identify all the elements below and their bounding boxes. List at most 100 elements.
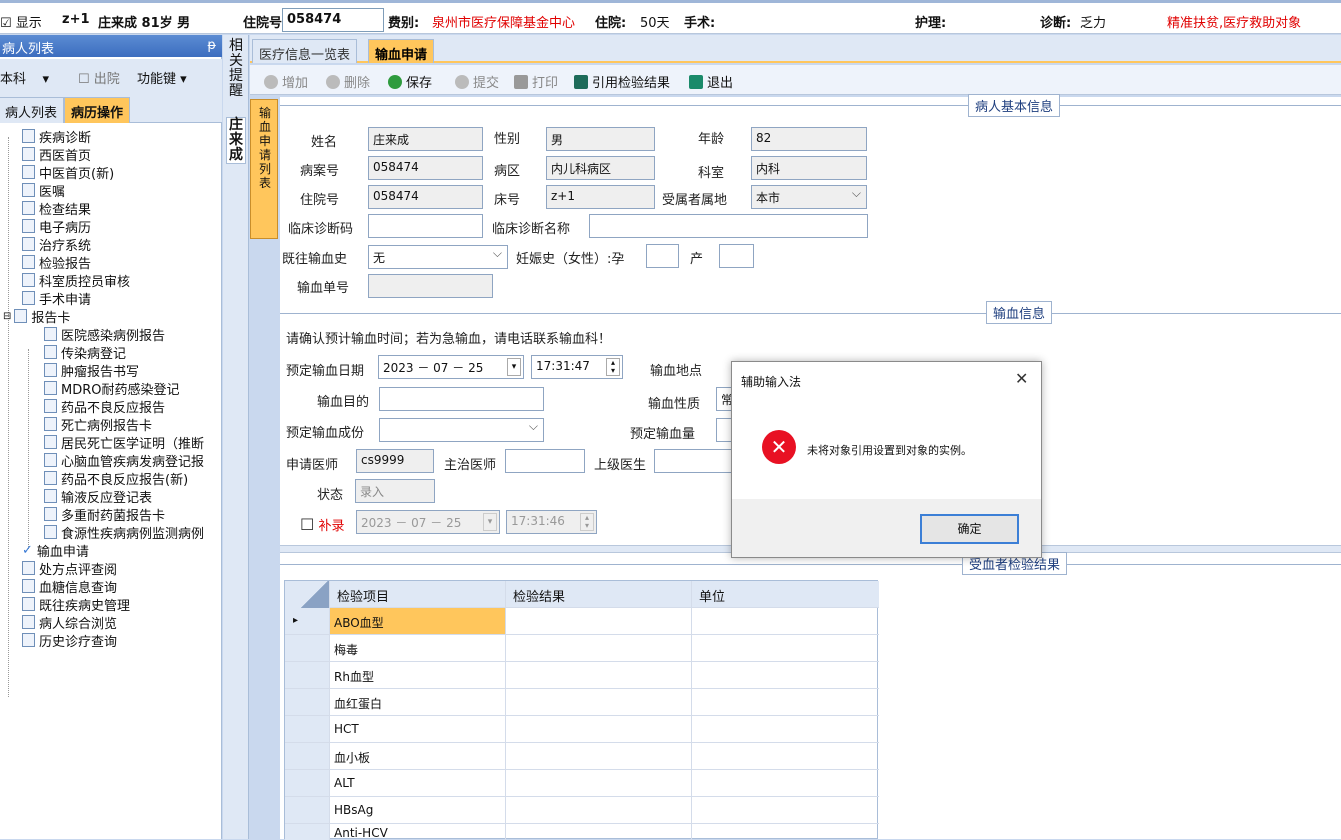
show-checkbox[interactable]: ☑ 显示: [0, 12, 42, 31]
column-header-item[interactable]: 检验项目: [337, 586, 389, 605]
close-icon[interactable]: ✕: [1015, 369, 1028, 388]
tab-record-operations[interactable]: 病历操作: [64, 97, 131, 123]
residence-select[interactable]: 本市: [751, 185, 867, 209]
birth-input[interactable]: [719, 244, 754, 268]
surgery-label: 手术:: [684, 16, 716, 31]
history-select[interactable]: 无: [368, 245, 508, 269]
tree-item-expandable[interactable]: ⊟ 报告卡: [3, 307, 71, 326]
exit-label: 退出: [707, 76, 734, 91]
tree-item-selected[interactable]: ✓ 输血申请: [22, 541, 89, 560]
tree-item[interactable]: 多重耐药菌报告卡: [44, 505, 165, 524]
column-header-unit[interactable]: 单位: [699, 586, 725, 605]
tree-item[interactable]: 血糖信息查询: [22, 577, 117, 596]
column-header-result[interactable]: 检验结果: [513, 586, 565, 605]
pregnancy-input[interactable]: [646, 244, 679, 268]
table-row[interactable]: Rh血型: [285, 662, 879, 689]
table-row[interactable]: HBsAg: [285, 797, 879, 824]
status-field[interactable]: 录入: [355, 479, 435, 503]
tab-transfusion-request[interactable]: 输血申请: [368, 39, 435, 63]
calendar-dropdown-icon[interactable]: ▾: [483, 513, 497, 531]
table-row[interactable]: 血小板: [285, 743, 879, 770]
supplement-checkbox[interactable]: ☐ 补录: [300, 515, 345, 534]
save-icon: [388, 74, 402, 89]
supplement-date-picker[interactable]: 2023 － 07 － 25 ▾: [356, 510, 500, 534]
attending-doctor-input[interactable]: [505, 449, 585, 473]
case-number-field[interactable]: 058474: [368, 156, 483, 180]
tree-item[interactable]: 既往疾病史管理: [22, 595, 130, 614]
exit-button[interactable]: 退出: [689, 72, 733, 91]
tree-item[interactable]: 检验报告: [22, 253, 91, 272]
discharge-checkbox[interactable]: ☐ 出院: [78, 68, 120, 87]
patient-name-tab[interactable]: 庄来成: [226, 117, 246, 164]
reminder-tab[interactable]: 相关提醒: [226, 39, 246, 99]
tree-item[interactable]: 科室质控员审核: [22, 271, 131, 290]
bed-field[interactable]: z+1: [546, 185, 655, 209]
tree-item[interactable]: 病人综合浏览: [22, 613, 117, 632]
tree-item[interactable]: 电子病历: [22, 217, 91, 236]
tree-item-label: 科室质控员审核: [39, 274, 131, 290]
tree-item-label: 报告卡: [31, 310, 71, 326]
planned-time-spinner[interactable]: 17:31:47 ▴ ▾: [531, 355, 623, 379]
name-field[interactable]: 庄来成: [368, 127, 483, 151]
requesting-doctor-field[interactable]: cs9999: [356, 449, 434, 473]
submit-button[interactable]: 提交: [455, 72, 499, 91]
tree-item[interactable]: 医嘱: [22, 181, 65, 200]
table-row[interactable]: Anti-HCV: [285, 824, 879, 840]
senior-doctor-input[interactable]: [654, 449, 734, 473]
tree-item[interactable]: MDRO耐药感染登记: [44, 379, 180, 398]
tree-item[interactable]: 检查结果: [22, 199, 91, 218]
dept-field[interactable]: 内科: [751, 156, 867, 180]
tree-item[interactable]: 居民死亡医学证明（推断: [44, 433, 222, 451]
document-icon: [44, 525, 57, 539]
planned-date-picker[interactable]: 2023 － 07 － 25 ▾: [378, 355, 524, 379]
tree-item[interactable]: 食源性疾病病例监测病例: [44, 523, 222, 541]
tree-item[interactable]: 历史诊疗查询: [22, 631, 117, 650]
age-field[interactable]: 82: [751, 127, 867, 151]
spinner-icon[interactable]: ▴ ▾: [580, 513, 594, 531]
table-row[interactable]: ▸ ABO血型: [285, 608, 879, 635]
pin-icon[interactable]: ᵽ: [207, 38, 216, 53]
transfusion-list-tab[interactable]: 输血申请列表: [250, 99, 278, 239]
tree-item[interactable]: 治疗系统: [22, 235, 91, 254]
tree-item[interactable]: 处方点评查阅: [22, 559, 117, 578]
tree-item[interactable]: 药品不良反应报告: [44, 397, 165, 416]
tree-item[interactable]: 疾病诊断: [22, 127, 91, 146]
tree-item[interactable]: 西医首页: [22, 145, 91, 164]
tree-item[interactable]: 死亡病例报告卡: [44, 415, 152, 434]
tree-item[interactable]: 医院感染病例报告: [44, 325, 165, 344]
tree-item[interactable]: 中医首页(新): [22, 163, 114, 182]
cite-results-button[interactable]: 引用检验结果: [574, 72, 670, 91]
save-button[interactable]: 保存: [388, 72, 432, 91]
tree-item[interactable]: 药品不良反应报告(新): [44, 469, 188, 488]
ward-field[interactable]: 内儿科病区: [546, 156, 655, 180]
order-number-field[interactable]: [368, 274, 493, 298]
component-select[interactable]: [379, 418, 544, 442]
supplement-time-spinner[interactable]: 17:31:46 ▴ ▾: [506, 510, 597, 534]
add-button[interactable]: 增加: [264, 72, 308, 91]
patient-info-bar: ☑ 显示 z+1 庄来成 81岁 男 住院号: 058474 费别: 泉州市医疗…: [0, 0, 1341, 34]
admission-number-field[interactable]: 058474: [282, 8, 384, 32]
dept-select[interactable]: 本科 ▾: [0, 68, 49, 87]
diag-code-input[interactable]: [368, 214, 483, 238]
table-row[interactable]: 血红蛋白: [285, 689, 879, 716]
ok-button[interactable]: 确定: [920, 514, 1019, 544]
purpose-input[interactable]: [379, 387, 544, 411]
tab-patient-list[interactable]: 病人列表: [0, 97, 65, 123]
print-button[interactable]: 打印: [514, 72, 558, 91]
tree-item[interactable]: 手术申请: [22, 289, 91, 308]
tree-item[interactable]: 心脑血管疾病发病登记报: [44, 451, 222, 469]
table-row[interactable]: HCT: [285, 716, 879, 743]
function-key-menu[interactable]: 功能键 ▾: [137, 68, 187, 87]
tree-item[interactable]: 肿瘤报告书写: [44, 361, 139, 380]
sex-field[interactable]: 男: [546, 127, 655, 151]
spinner-icon[interactable]: ▴ ▾: [606, 358, 620, 376]
calendar-dropdown-icon[interactable]: ▾: [507, 358, 521, 376]
delete-button[interactable]: 删除: [326, 72, 370, 91]
diag-name-input[interactable]: [589, 214, 868, 238]
tree-item[interactable]: 传染病登记: [44, 343, 126, 362]
tab-medical-overview[interactable]: 医疗信息一览表: [252, 39, 358, 63]
tree-item[interactable]: 输液反应登记表: [44, 487, 152, 506]
table-row[interactable]: ALT: [285, 770, 879, 797]
admission-field[interactable]: 058474: [368, 185, 483, 209]
table-row[interactable]: 梅毒: [285, 635, 879, 662]
